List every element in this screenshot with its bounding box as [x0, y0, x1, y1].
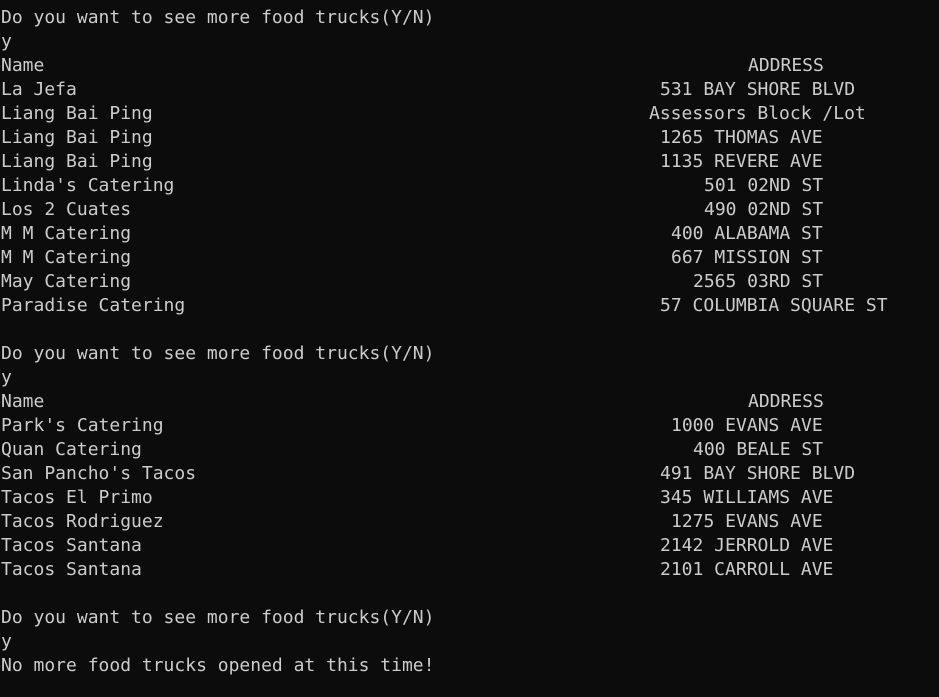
table-row: Tacos Santana 2142 JERROLD AVE [1, 534, 939, 558]
truck-name: M M Catering [1, 247, 132, 268]
user-input: y [1, 31, 12, 52]
truck-address: 400 BEALE ST [693, 439, 824, 460]
table-row: Tacos El Primo 345 WILLIAMS AVE [1, 486, 939, 510]
truck-address: 501 02ND ST [704, 175, 824, 196]
truck-name: Tacos Rodriguez [1, 511, 164, 532]
truck-address: 57 COLUMBIA SQUARE ST [660, 295, 888, 316]
prompt-line: Do you want to see more food trucks(Y/N) [1, 342, 939, 366]
prompt-text: Do you want to see more food trucks(Y/N) [1, 607, 435, 628]
table-row: La Jefa 531 BAY SHORE BLVD [1, 78, 939, 102]
user-input-line: y [1, 30, 939, 54]
truck-address: 1265 THOMAS AVE [660, 127, 823, 148]
header-name: Name [1, 391, 45, 412]
truck-address: 1275 EVANS AVE [671, 511, 823, 532]
table-header: Name ADDRESS [1, 54, 939, 78]
truck-name: Park's Catering [1, 415, 164, 436]
header-address: ADDRESS [748, 55, 824, 76]
table-row: Quan Catering 400 BEALE ST [1, 438, 939, 462]
user-input-line: y [1, 630, 939, 654]
table-row: Park's Catering 1000 EVANS AVE [1, 414, 939, 438]
table-row: San Pancho's Tacos 491 BAY SHORE BLVD [1, 462, 939, 486]
truck-address: 1135 REVERE AVE [660, 151, 823, 172]
prompt-line: Do you want to see more food trucks(Y/N) [1, 6, 939, 30]
table-row: Liang Bai Ping 1265 THOMAS AVE [1, 126, 939, 150]
table-row: Tacos Santana 2101 CARROLL AVE [1, 558, 939, 582]
truck-address: 531 BAY SHORE BLVD [660, 79, 856, 100]
truck-address: 667 MISSION ST [671, 247, 823, 268]
prompt-text: Do you want to see more food trucks(Y/N) [1, 7, 435, 28]
truck-name: San Pancho's Tacos [1, 463, 197, 484]
truck-address: 2101 CARROLL AVE [660, 559, 834, 580]
prompt-line: Do you want to see more food trucks(Y/N) [1, 606, 939, 630]
final-message-line: No more food trucks opened at this time! [1, 654, 939, 678]
truck-address: 2142 JERROLD AVE [660, 535, 834, 556]
table-row: M M Catering 667 MISSION ST [1, 246, 939, 270]
truck-address: 1000 EVANS AVE [671, 415, 823, 436]
table-row: Linda's Catering 501 02ND ST [1, 174, 939, 198]
table-row: Liang Bai Ping Assessors Block /Lot [1, 102, 939, 126]
table-row: Liang Bai Ping 1135 REVERE AVE [1, 150, 939, 174]
table-row: May Catering 2565 03RD ST [1, 270, 939, 294]
user-input-line: y [1, 366, 939, 390]
truck-name: La Jefa [1, 79, 77, 100]
truck-address: 491 BAY SHORE BLVD [660, 463, 856, 484]
truck-name: Paradise Catering [1, 295, 186, 316]
prompt-text: Do you want to see more food trucks(Y/N) [1, 343, 435, 364]
table-row: Paradise Catering 57 COLUMBIA SQUARE ST [1, 294, 939, 318]
truck-address: 400 ALABAMA ST [671, 223, 823, 244]
truck-name: Tacos Santana [1, 559, 142, 580]
table-row: M M Catering 400 ALABAMA ST [1, 222, 939, 246]
truck-name: Liang Bai Ping [1, 103, 153, 124]
truck-name: Los 2 Cuates [1, 199, 132, 220]
truck-address: 490 02ND ST [704, 199, 824, 220]
user-input: y [1, 631, 12, 652]
truck-name: Tacos El Primo [1, 487, 153, 508]
table-header: Name ADDRESS [1, 390, 939, 414]
truck-name: Liang Bai Ping [1, 151, 153, 172]
table-row: Los 2 Cuates 490 02ND ST [1, 198, 939, 222]
truck-address: 2565 03RD ST [693, 271, 824, 292]
truck-name: Quan Catering [1, 439, 142, 460]
user-input: y [1, 367, 12, 388]
truck-name: M M Catering [1, 223, 132, 244]
truck-address: 345 WILLIAMS AVE [660, 487, 834, 508]
truck-name: Liang Bai Ping [1, 127, 153, 148]
console-output: Do you want to see more food trucks(Y/N)… [1, 6, 939, 678]
truck-name: Tacos Santana [1, 535, 142, 556]
final-message: No more food trucks opened at this time! [1, 655, 435, 676]
truck-name: May Catering [1, 271, 132, 292]
truck-address: Assessors Block /Lot [649, 103, 866, 124]
header-name: Name [1, 55, 45, 76]
truck-name: Linda's Catering [1, 175, 175, 196]
table-row: Tacos Rodriguez 1275 EVANS AVE [1, 510, 939, 534]
header-address: ADDRESS [748, 391, 824, 412]
